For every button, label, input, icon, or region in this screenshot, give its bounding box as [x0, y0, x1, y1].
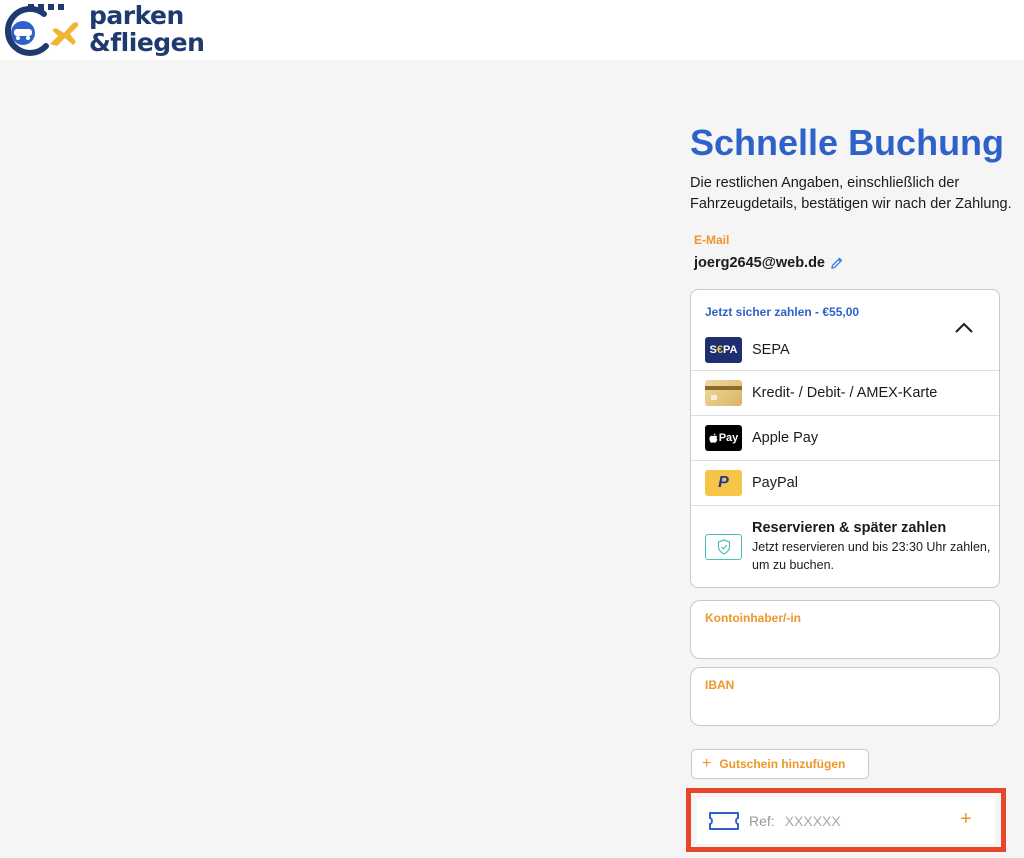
ticket-icon	[709, 811, 739, 830]
ref-code-field[interactable]: Ref: +	[697, 797, 995, 844]
iban-label: IBAN	[705, 678, 735, 692]
account-holder-field[interactable]: Kontoinhaber/-in	[690, 600, 1000, 659]
apple-logo-icon	[709, 433, 718, 443]
shield-check-icon	[705, 533, 742, 560]
logo-line-2: &fliegen	[89, 28, 205, 57]
email-label: E-Mail	[694, 233, 730, 247]
add-voucher-button[interactable]: + Gutschein hinzufügen	[691, 749, 869, 779]
ref-input[interactable]	[782, 811, 937, 830]
pay-later-text: Reservieren & später zahlen Jetzt reserv…	[752, 520, 999, 574]
pencil-icon[interactable]	[830, 256, 844, 270]
logo-wordmark: parken &fliegen	[89, 1, 205, 57]
account-holder-input[interactable]	[705, 629, 989, 653]
payment-method-pay-later[interactable]: Reservieren & später zahlen Jetzt reserv…	[691, 506, 999, 587]
pay-later-description: Jetzt reservieren und bis 23:30 Uhr zahl…	[752, 539, 991, 572]
sepa-logo-icon: S € PA	[705, 337, 742, 363]
email-value: joerg2645@web.de	[694, 255, 825, 271]
page-subtitle: Die restlichen Angaben, einschließlich d…	[690, 175, 1012, 212]
shield-icon	[717, 538, 730, 555]
apple-pay-text: Pay	[718, 432, 739, 444]
iban-input[interactable]	[705, 696, 989, 720]
top-header: parken &fliegen	[0, 0, 1024, 60]
payment-method-label: SEPA	[752, 342, 790, 358]
page-title: Schnelle Buchung	[690, 122, 1005, 163]
iban-field[interactable]: IBAN	[690, 667, 1000, 726]
payment-heading: Jetzt sicher zahlen - €55,00	[705, 305, 860, 319]
apple-pay-icon: Pay	[705, 425, 742, 451]
pay-later-title: Reservieren & später zahlen	[752, 519, 947, 536]
payment-method-sepa[interactable]: S € PA SEPA	[691, 330, 999, 371]
payment-method-card[interactable]: Kredit- / Debit- / AMEX-Karte	[691, 371, 999, 416]
logo-car-plane-icon	[4, 4, 79, 56]
sepa-logo-part-1: S	[709, 344, 717, 356]
credit-card-icon	[705, 380, 742, 406]
ref-label: Ref:	[749, 812, 775, 829]
brand-logo[interactable]: parken &fliegen	[0, 0, 205, 60]
payment-method-label: PayPal	[752, 475, 798, 491]
sepa-logo-part-3: PA	[723, 344, 738, 356]
logo-line-1: parken	[89, 1, 184, 30]
ref-add-plus-icon[interactable]: +	[960, 809, 972, 829]
email-row: joerg2645@web.de	[694, 255, 844, 271]
payment-methods-panel: Jetzt sicher zahlen - €55,00 S € PA SEPA K…	[690, 289, 1000, 588]
payment-method-apple-pay[interactable]: Pay Apple Pay	[691, 416, 999, 461]
payment-method-label: Apple Pay	[752, 430, 819, 446]
plus-icon: +	[702, 755, 712, 772]
payment-method-label: Kredit- / Debit- / AMEX-Karte	[752, 385, 938, 401]
payment-method-paypal[interactable]: P PayPal	[691, 461, 999, 506]
paypal-icon-text: P	[718, 474, 729, 491]
paypal-icon: P	[705, 470, 742, 496]
add-voucher-label: Gutschein hinzufügen	[719, 757, 846, 771]
account-holder-label: Kontoinhaber/-in	[705, 611, 801, 625]
